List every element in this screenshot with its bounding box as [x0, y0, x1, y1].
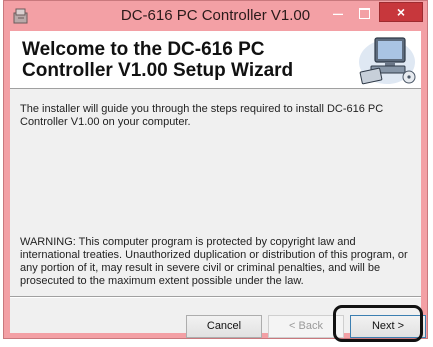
button-divider — [10, 296, 421, 298]
copyright-warning-text: WARNING: This computer program is protec… — [20, 236, 408, 287]
computer-install-icon — [359, 37, 416, 85]
maximize-button[interactable] — [353, 5, 375, 23]
maximize-icon — [359, 8, 370, 19]
close-button[interactable]: × — [379, 2, 423, 22]
minimize-button[interactable]: – — [327, 4, 349, 23]
intro-text: The installer will guide you through the… — [20, 103, 384, 128]
cancel-button[interactable]: Cancel — [186, 315, 262, 338]
setup-window: DC-616 PC Controller V1.00 – × Welcome t… — [3, 0, 428, 339]
wizard-client-area: Welcome to the DC-616 PC Controller V1.0… — [10, 31, 426, 338]
title-bar[interactable]: DC-616 PC Controller V1.00 – × — [4, 1, 427, 31]
wizard-header: Welcome to the DC-616 PC Controller V1.0… — [10, 31, 421, 89]
wizard-title: Welcome to the DC-616 PC Controller V1.0… — [22, 39, 294, 81]
next-button-highlight — [333, 305, 423, 342]
